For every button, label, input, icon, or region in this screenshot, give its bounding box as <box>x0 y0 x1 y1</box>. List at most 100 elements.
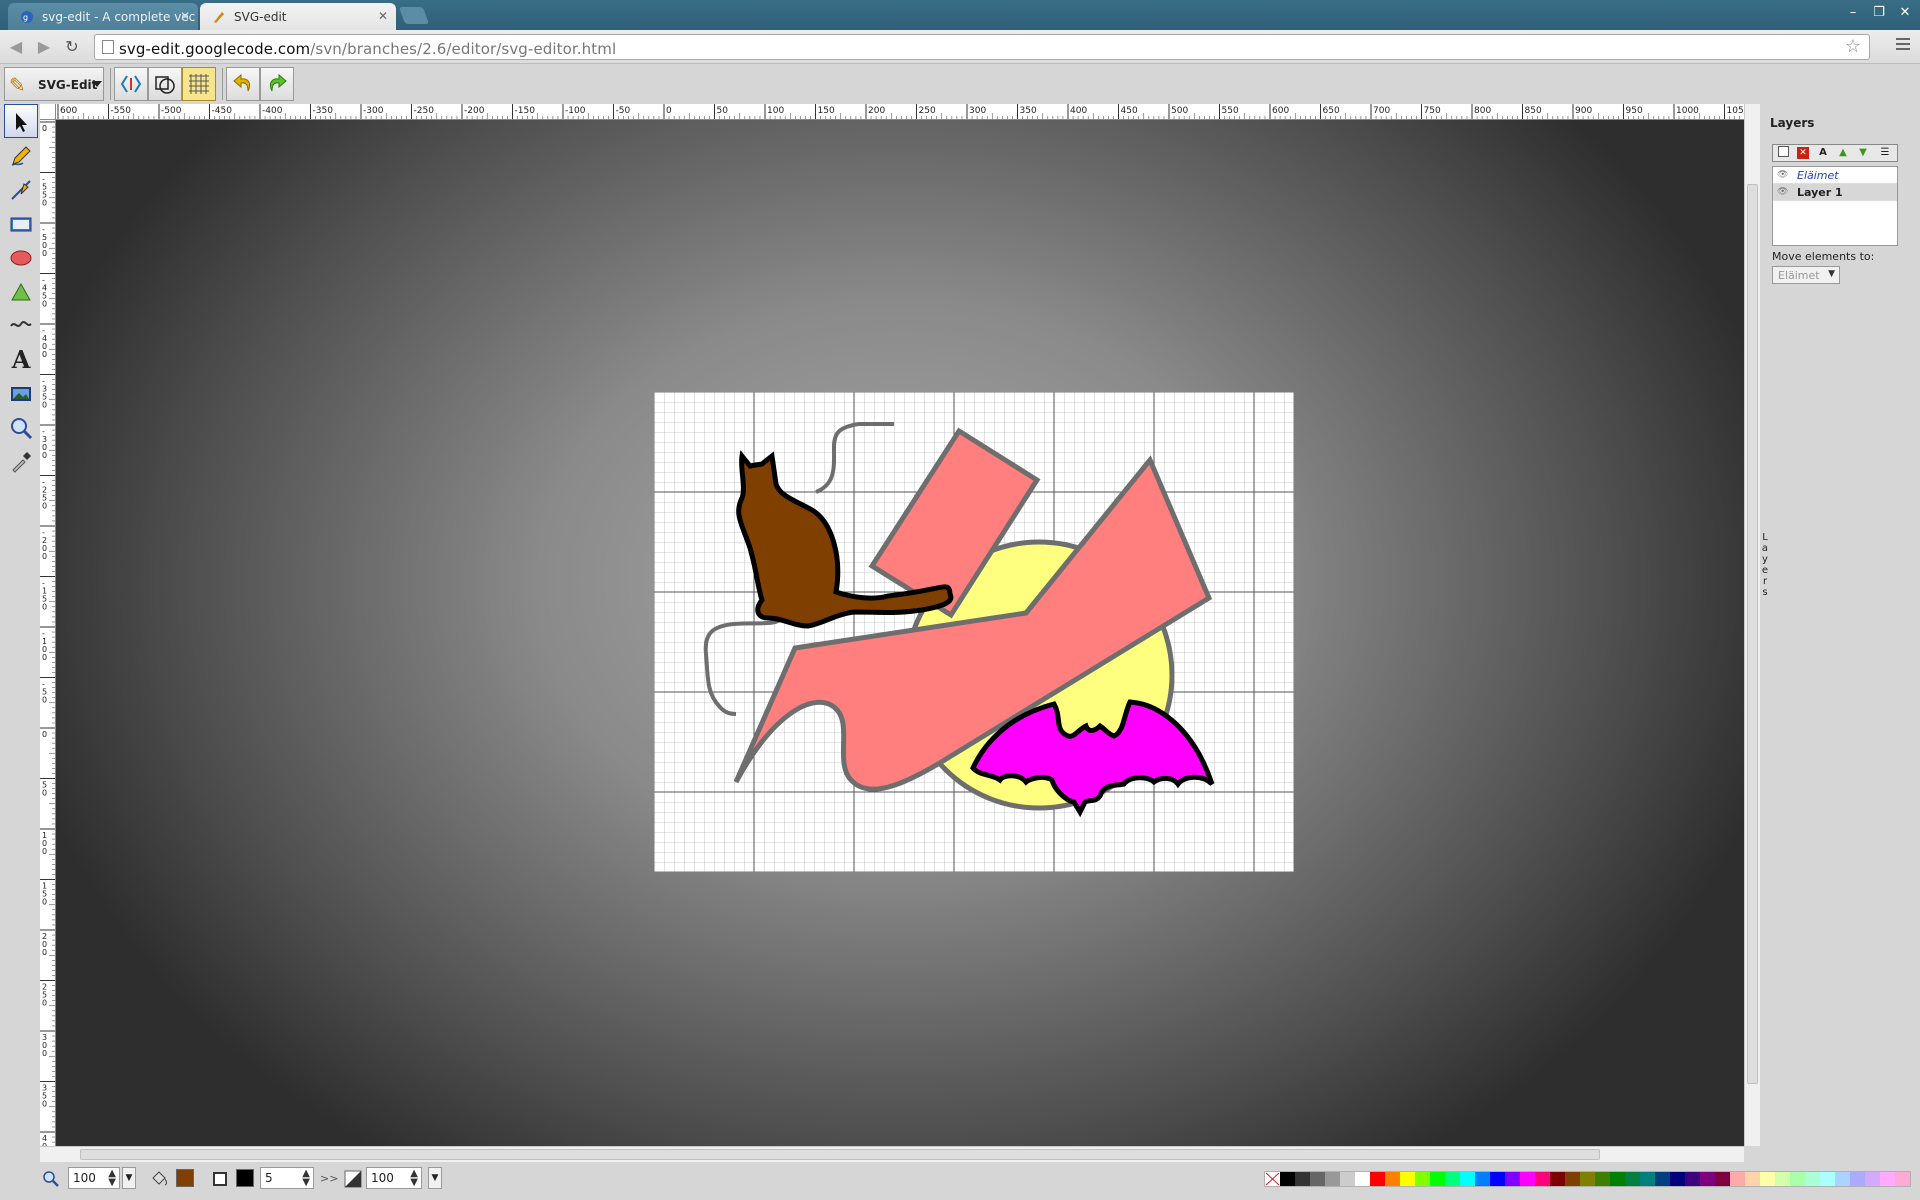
layer-menu-button[interactable]: ☰ <box>1877 146 1893 160</box>
palette-swatch[interactable] <box>1460 1172 1475 1186</box>
palette-swatch[interactable] <box>1595 1172 1610 1186</box>
palette-swatch[interactable] <box>1280 1172 1295 1186</box>
palette-swatch[interactable] <box>1415 1172 1430 1186</box>
move-elements-select[interactable]: Eläimet ▼ <box>1772 266 1840 284</box>
window-close-icon[interactable]: ✕ <box>1894 4 1916 22</box>
eye-icon[interactable]: 👁 <box>1777 187 1788 197</box>
palette-swatch[interactable] <box>1370 1172 1385 1186</box>
palette-swatch[interactable] <box>1550 1172 1565 1186</box>
palette-swatch[interactable] <box>1865 1172 1880 1186</box>
palette-swatch[interactable] <box>1490 1172 1505 1186</box>
layers-panel-handle[interactable]: Layers <box>1760 104 1770 1162</box>
browser-tab-svg-edit[interactable]: SVG-edit ✕ <box>200 3 396 30</box>
palette-swatch[interactable] <box>1670 1172 1685 1186</box>
no-color-swatch[interactable] <box>1265 1172 1280 1186</box>
scroll-thumb[interactable] <box>80 1149 1600 1160</box>
new-tab-button[interactable] <box>398 7 430 24</box>
palette-swatch[interactable] <box>1535 1172 1550 1186</box>
fill-color-swatch[interactable] <box>176 1169 194 1187</box>
palette-swatch[interactable] <box>1340 1172 1355 1186</box>
horizontal-scrollbar[interactable] <box>40 1146 1744 1162</box>
palette-swatch[interactable] <box>1430 1172 1445 1186</box>
shapelib-tool[interactable] <box>4 308 38 342</box>
spinner-icon[interactable]: ▲ ▼ <box>108 1169 116 1188</box>
path-tool[interactable] <box>4 274 38 308</box>
palette-swatch[interactable] <box>1655 1172 1670 1186</box>
forward-icon[interactable]: ▶ <box>34 37 54 57</box>
pencil-tool[interactable] <box>4 138 38 172</box>
stroke-width-input[interactable]: 5 ▲ ▼ <box>260 1167 314 1189</box>
palette-swatch[interactable] <box>1475 1172 1490 1186</box>
minimize-icon[interactable]: – <box>1842 4 1864 22</box>
zoom-dropdown-button[interactable]: ▼ <box>122 1167 136 1189</box>
palette-swatch[interactable] <box>1790 1172 1805 1186</box>
palette-swatch[interactable] <box>1565 1172 1580 1186</box>
palette-swatch[interactable] <box>1520 1172 1535 1186</box>
palette-swatch[interactable] <box>1505 1172 1520 1186</box>
palette-swatch[interactable] <box>1730 1172 1745 1186</box>
opacity-input[interactable]: 100 ▲ ▼ <box>366 1167 422 1189</box>
layer-down-button[interactable]: ▼ <box>1855 146 1871 160</box>
select-tool[interactable] <box>4 104 38 138</box>
palette-swatch[interactable] <box>1610 1172 1625 1186</box>
palette-swatch[interactable] <box>1760 1172 1775 1186</box>
eye-icon[interactable]: 👁 <box>1777 170 1788 180</box>
stroke-color-swatch[interactable] <box>236 1169 254 1187</box>
address-bar[interactable]: svg-edit.googlecode.com/svn/branches/2.6… <box>94 34 1870 60</box>
palette-swatch[interactable] <box>1640 1172 1655 1186</box>
undo-button[interactable] <box>226 67 260 101</box>
zoom-input[interactable]: 100 ▲ ▼ <box>68 1167 120 1189</box>
layer-row-layer-1[interactable]: 👁 Layer 1 <box>1773 184 1897 201</box>
palette-swatch[interactable] <box>1850 1172 1865 1186</box>
palette-swatch[interactable] <box>1325 1172 1340 1186</box>
close-icon[interactable]: ✕ <box>378 9 388 23</box>
palette-swatch[interactable] <box>1805 1172 1820 1186</box>
palette-swatch[interactable] <box>1685 1172 1700 1186</box>
palette-swatch[interactable] <box>1775 1172 1790 1186</box>
close-icon[interactable]: ✕ <box>180 9 190 23</box>
scroll-thumb[interactable] <box>1747 184 1758 1084</box>
spinner-icon[interactable]: ▲ ▼ <box>302 1169 310 1188</box>
palette-swatch[interactable] <box>1895 1172 1910 1186</box>
palette-swatch[interactable] <box>1715 1172 1730 1186</box>
more-stroke-options-button[interactable]: >> <box>320 1172 338 1185</box>
canvas-workarea[interactable] <box>56 120 1744 1146</box>
main-menu-button[interactable]: ✎ SVG-Edit <box>4 67 104 101</box>
palette-swatch[interactable] <box>1355 1172 1370 1186</box>
back-icon[interactable]: ◀ <box>6 37 26 57</box>
ellipse-tool[interactable] <box>4 240 38 274</box>
palette-swatch[interactable] <box>1880 1172 1895 1186</box>
bookmark-star-icon[interactable]: ☆ <box>1845 36 1861 57</box>
reload-icon[interactable]: ↻ <box>62 37 82 57</box>
redo-button[interactable] <box>260 67 294 101</box>
layer-row-elaimet[interactable]: 👁 Eläimet <box>1773 167 1897 184</box>
palette-swatch[interactable] <box>1700 1172 1715 1186</box>
browser-menu-icon[interactable] <box>1896 38 1910 52</box>
palette-swatch[interactable] <box>1385 1172 1400 1186</box>
palette-swatch[interactable] <box>1835 1172 1850 1186</box>
source-button[interactable] <box>114 67 148 101</box>
opacity-dropdown-button[interactable]: ▼ <box>428 1167 442 1189</box>
line-tool[interactable] <box>4 172 38 206</box>
rename-layer-button[interactable]: A <box>1815 146 1831 160</box>
palette-swatch[interactable] <box>1820 1172 1835 1186</box>
spinner-icon[interactable]: ▲ ▼ <box>410 1169 418 1188</box>
grid-toggle-button[interactable] <box>182 67 216 101</box>
palette-swatch[interactable] <box>1580 1172 1595 1186</box>
rect-tool[interactable] <box>4 206 38 240</box>
text-tool[interactable]: A <box>4 342 38 376</box>
zoom-tool[interactable] <box>4 410 38 444</box>
palette-swatch[interactable] <box>1745 1172 1760 1186</box>
browser-tab-svg-edit-info[interactable]: g svg-edit - A complete vec ✕ <box>8 3 198 30</box>
image-tool[interactable] <box>4 376 38 410</box>
vertical-scrollbar[interactable] <box>1744 104 1760 1146</box>
palette-swatch[interactable] <box>1295 1172 1310 1186</box>
eyedropper-tool[interactable] <box>4 444 38 478</box>
palette-swatch[interactable] <box>1310 1172 1325 1186</box>
drawing-canvas[interactable] <box>654 392 1294 872</box>
layer-up-button[interactable]: ▲ <box>1835 146 1851 160</box>
palette-swatch[interactable] <box>1400 1172 1415 1186</box>
delete-layer-button[interactable]: ✕ <box>1795 146 1811 160</box>
wireframe-button[interactable] <box>148 67 182 101</box>
palette-swatch[interactable] <box>1445 1172 1460 1186</box>
